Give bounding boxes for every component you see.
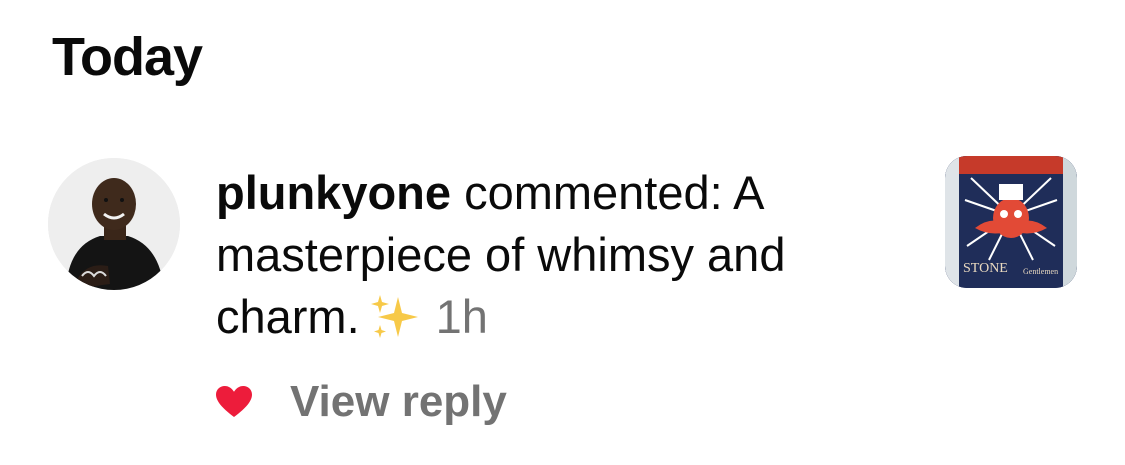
post-thumbnail[interactable]: STONE Gentlemen xyxy=(945,156,1077,288)
sparkles-icon xyxy=(368,293,424,343)
comment-text[interactable]: plunkyone commented: A masterpiece of wh… xyxy=(216,162,916,348)
heart-icon[interactable] xyxy=(216,386,252,418)
view-reply-button[interactable]: View reply xyxy=(290,372,507,432)
svg-text:STONE: STONE xyxy=(963,261,1008,276)
user-avatar[interactable] xyxy=(48,158,180,290)
poster-thumbnail-icon: STONE Gentlemen xyxy=(945,156,1077,288)
comment-notification[interactable]: plunkyone commented: A masterpiece of wh… xyxy=(0,150,1125,450)
section-title: Today xyxy=(52,27,203,87)
avatar-photo-icon xyxy=(48,158,180,290)
username[interactable]: plunkyone xyxy=(216,166,451,219)
comment-actions: View reply xyxy=(216,372,507,432)
svg-text:Gentlemen: Gentlemen xyxy=(1023,267,1058,276)
timestamp: 1h xyxy=(435,290,488,343)
